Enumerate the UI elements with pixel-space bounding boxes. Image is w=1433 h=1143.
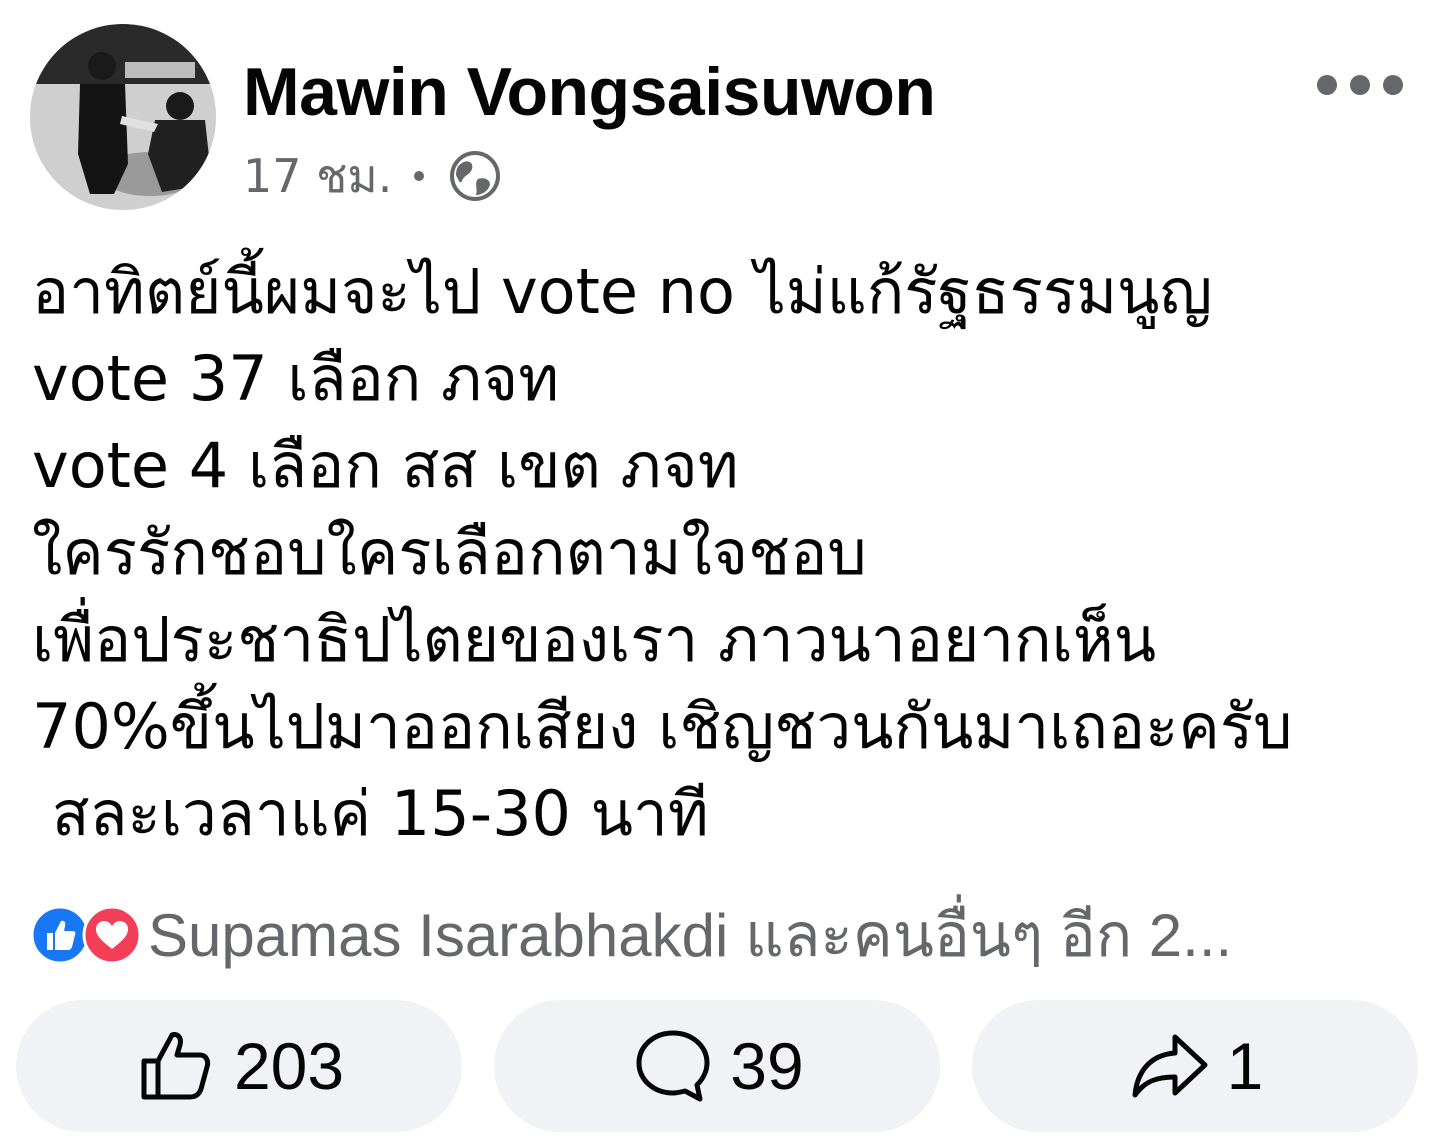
like-count: 203 — [233, 1029, 345, 1103]
post-text-line: สละเวลาแค่ 15-30 นาที — [32, 777, 709, 850]
facebook-post: Mawin Vongsaisuwon 17 ชม. อาทิตย์นี้ผมจะ… — [0, 0, 1433, 1143]
post-text-line: vote 4 เลือก สส เขต ภจท — [32, 429, 739, 502]
comment-button[interactable]: 39 — [494, 1000, 940, 1132]
more-options-icon[interactable] — [1317, 64, 1403, 106]
post-text-line: เพื่อประชาธิปไตยของเรา ภาวนาอยากเห็น — [32, 603, 1157, 676]
post-text-line: vote 37 เลือก ภจท — [32, 342, 560, 415]
more-dot — [1350, 75, 1370, 95]
share-button[interactable]: 1 — [972, 1000, 1418, 1132]
globe-icon[interactable] — [448, 149, 502, 203]
post-time[interactable]: 17 ชม. — [243, 140, 392, 213]
reactions-summary-text: Supamas Isarabhakdi และคนอื่นๆ อีก 2... — [148, 901, 1233, 969]
avatar-photo — [30, 24, 216, 210]
more-dot — [1383, 75, 1403, 95]
reaction-icons — [30, 905, 142, 965]
post-text-line: ใครรักชอบใครเลือกตามใจชอบ — [32, 516, 867, 589]
separator-dot — [414, 171, 425, 181]
comment-icon — [636, 1030, 710, 1102]
post-body: อาทิตย์นี้ผมจะไป vote no ไม่แก้รัฐธรรมนู… — [32, 248, 1412, 857]
like-button[interactable]: 203 — [16, 1000, 462, 1132]
love-reaction-icon — [82, 905, 142, 965]
reactions-summary[interactable]: Supamas Isarabhakdi และคนอื่นๆ อีก 2... — [30, 900, 1405, 970]
post-actions: 203 39 1 — [16, 1000, 1418, 1132]
post-text-line: 70%ขึ้นไปมาออกเสียง เชิญชวนกันมาเถอะครับ — [32, 690, 1293, 763]
share-icon — [1132, 1034, 1208, 1098]
author-name[interactable]: Mawin Vongsaisuwon — [243, 52, 936, 132]
more-dot — [1317, 75, 1337, 95]
thumbs-up-icon — [141, 1032, 211, 1100]
share-count: 1 — [1226, 1029, 1264, 1103]
comment-count: 39 — [730, 1029, 804, 1103]
author-avatar[interactable] — [30, 24, 216, 210]
post-meta: 17 ชม. — [243, 148, 502, 204]
post-text-line: อาทิตย์นี้ผมจะไป vote no ไม่แก้รัฐธรรมนู… — [32, 255, 1213, 328]
like-reaction-icon — [30, 905, 90, 965]
